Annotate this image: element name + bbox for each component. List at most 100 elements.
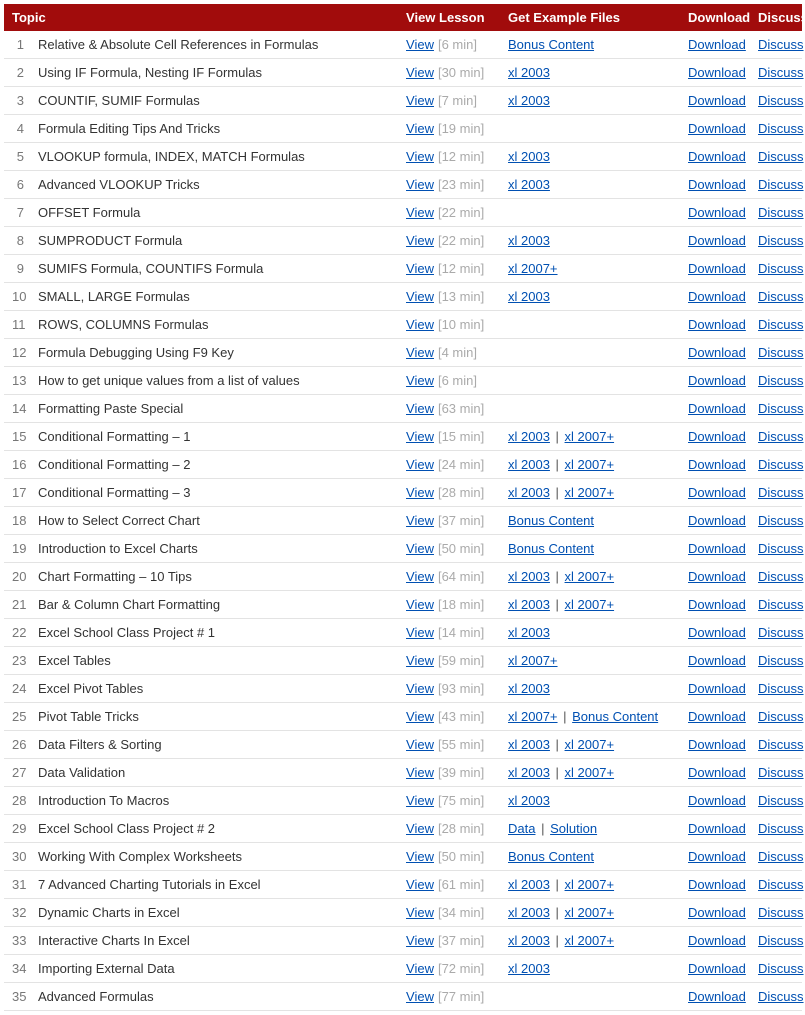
view-link[interactable]: View	[406, 681, 434, 696]
download-link[interactable]: Download	[688, 513, 746, 528]
example-file-link[interactable]: xl 2003	[508, 233, 550, 248]
download-link[interactable]: Download	[688, 177, 746, 192]
view-link[interactable]: View	[406, 569, 434, 584]
view-link[interactable]: View	[406, 121, 434, 136]
example-file-link[interactable]: xl 2003	[508, 65, 550, 80]
download-link[interactable]: Download	[688, 597, 746, 612]
view-link[interactable]: View	[406, 149, 434, 164]
discuss-link[interactable]: Discuss	[758, 149, 804, 164]
download-link[interactable]: Download	[688, 765, 746, 780]
example-file-link[interactable]: xl 2003	[508, 681, 550, 696]
view-link[interactable]: View	[406, 905, 434, 920]
view-link[interactable]: View	[406, 457, 434, 472]
view-link[interactable]: View	[406, 877, 434, 892]
example-file-link[interactable]: xl 2007+	[565, 877, 615, 892]
download-link[interactable]: Download	[688, 681, 746, 696]
example-file-link[interactable]: xl 2003	[508, 289, 550, 304]
download-link[interactable]: Download	[688, 37, 746, 52]
download-link[interactable]: Download	[688, 233, 746, 248]
discuss-link[interactable]: Discuss	[758, 289, 804, 304]
discuss-link[interactable]: Discuss	[758, 93, 804, 108]
discuss-link[interactable]: Discuss	[758, 569, 804, 584]
example-file-link[interactable]: Bonus Content	[508, 37, 594, 52]
download-link[interactable]: Download	[688, 541, 746, 556]
discuss-link[interactable]: Discuss	[758, 989, 804, 1004]
example-file-link[interactable]: Bonus Content	[572, 709, 658, 724]
example-file-link[interactable]: xl 2003	[508, 177, 550, 192]
view-link[interactable]: View	[406, 513, 434, 528]
download-link[interactable]: Download	[688, 429, 746, 444]
download-link[interactable]: Download	[688, 849, 746, 864]
discuss-link[interactable]: Discuss	[758, 205, 804, 220]
example-file-link[interactable]: xl 2007+	[508, 653, 558, 668]
discuss-link[interactable]: Discuss	[758, 261, 804, 276]
download-link[interactable]: Download	[688, 989, 746, 1004]
view-link[interactable]: View	[406, 177, 434, 192]
download-link[interactable]: Download	[688, 793, 746, 808]
discuss-link[interactable]: Discuss	[758, 401, 804, 416]
download-link[interactable]: Download	[688, 401, 746, 416]
view-link[interactable]: View	[406, 849, 434, 864]
example-file-link[interactable]: xl 2003	[508, 933, 550, 948]
example-file-link[interactable]: xl 2007+	[508, 261, 558, 276]
example-file-link[interactable]: xl 2003	[508, 625, 550, 640]
view-link[interactable]: View	[406, 709, 434, 724]
example-file-link[interactable]: xl 2003	[508, 793, 550, 808]
discuss-link[interactable]: Discuss	[758, 597, 804, 612]
discuss-link[interactable]: Discuss	[758, 65, 804, 80]
view-link[interactable]: View	[406, 317, 434, 332]
view-link[interactable]: View	[406, 737, 434, 752]
discuss-link[interactable]: Discuss	[758, 345, 804, 360]
discuss-link[interactable]: Discuss	[758, 877, 804, 892]
example-file-link[interactable]: Bonus Content	[508, 849, 594, 864]
example-file-link[interactable]: Bonus Content	[508, 513, 594, 528]
view-link[interactable]: View	[406, 933, 434, 948]
example-file-link[interactable]: xl 2007+	[508, 709, 558, 724]
download-link[interactable]: Download	[688, 933, 746, 948]
discuss-link[interactable]: Discuss	[758, 457, 804, 472]
discuss-link[interactable]: Discuss	[758, 541, 804, 556]
discuss-link[interactable]: Discuss	[758, 485, 804, 500]
discuss-link[interactable]: Discuss	[758, 653, 804, 668]
view-link[interactable]: View	[406, 37, 434, 52]
example-file-link[interactable]: xl 2003	[508, 597, 550, 612]
download-link[interactable]: Download	[688, 821, 746, 836]
view-link[interactable]: View	[406, 625, 434, 640]
view-link[interactable]: View	[406, 961, 434, 976]
download-link[interactable]: Download	[688, 737, 746, 752]
download-link[interactable]: Download	[688, 625, 746, 640]
example-file-link[interactable]: xl 2007+	[565, 933, 615, 948]
example-file-link[interactable]: xl 2007+	[565, 485, 615, 500]
download-link[interactable]: Download	[688, 653, 746, 668]
example-file-link[interactable]: xl 2007+	[565, 737, 615, 752]
view-link[interactable]: View	[406, 65, 434, 80]
discuss-link[interactable]: Discuss	[758, 513, 804, 528]
download-link[interactable]: Download	[688, 457, 746, 472]
view-link[interactable]: View	[406, 93, 434, 108]
download-link[interactable]: Download	[688, 205, 746, 220]
example-file-link[interactable]: xl 2003	[508, 905, 550, 920]
view-link[interactable]: View	[406, 373, 434, 388]
example-file-link[interactable]: xl 2003	[508, 429, 550, 444]
view-link[interactable]: View	[406, 541, 434, 556]
view-link[interactable]: View	[406, 485, 434, 500]
discuss-link[interactable]: Discuss	[758, 849, 804, 864]
view-link[interactable]: View	[406, 653, 434, 668]
example-file-link[interactable]: xl 2003	[508, 737, 550, 752]
example-file-link[interactable]: xl 2003	[508, 149, 550, 164]
example-file-link[interactable]: xl 2003	[508, 961, 550, 976]
discuss-link[interactable]: Discuss	[758, 429, 804, 444]
discuss-link[interactable]: Discuss	[758, 373, 804, 388]
view-link[interactable]: View	[406, 261, 434, 276]
example-file-link[interactable]: xl 2007+	[565, 569, 615, 584]
download-link[interactable]: Download	[688, 93, 746, 108]
discuss-link[interactable]: Discuss	[758, 793, 804, 808]
example-file-link[interactable]: xl 2003	[508, 569, 550, 584]
view-link[interactable]: View	[406, 765, 434, 780]
discuss-link[interactable]: Discuss	[758, 821, 804, 836]
example-file-link[interactable]: xl 2003	[508, 877, 550, 892]
example-file-link[interactable]: xl 2007+	[565, 905, 615, 920]
download-link[interactable]: Download	[688, 65, 746, 80]
view-link[interactable]: View	[406, 233, 434, 248]
example-file-link[interactable]: xl 2003	[508, 765, 550, 780]
